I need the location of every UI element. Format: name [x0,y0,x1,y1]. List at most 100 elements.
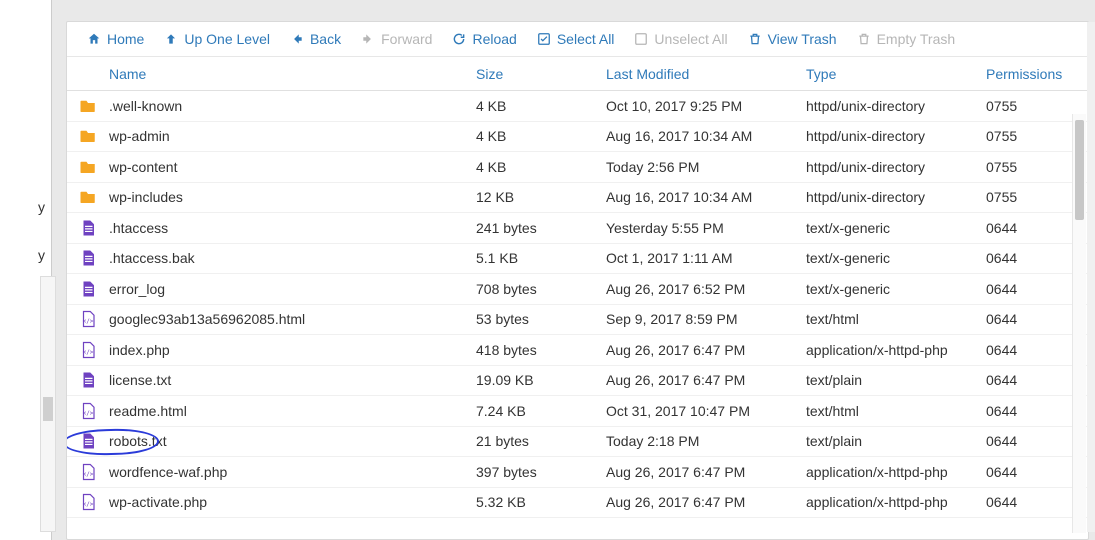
select-all-label: Select All [557,31,615,47]
doc-icon [79,219,97,237]
file-name: wp-includes [109,189,476,205]
file-row[interactable]: wordfence-waf.php397 bytesAug 26, 2017 6… [67,457,1088,488]
column-size[interactable]: Size [476,66,606,82]
file-permissions: 0644 [986,250,1076,266]
file-size: 5.1 KB [476,250,606,266]
file-row[interactable]: robots.txt21 bytesToday 2:18 PMtext/plai… [67,427,1088,458]
toolbar: Home Up One Level Back Forward Reload Se… [67,22,1088,57]
unselect-all-icon [634,32,648,46]
file-name: robots.txt [109,433,476,449]
file-size: 21 bytes [476,433,606,449]
up-one-level-button[interactable]: Up One Level [154,27,280,51]
scrollbar[interactable] [1087,22,1095,532]
select-all-icon [537,32,551,46]
arrow-left-icon [290,32,304,46]
file-type: httpd/unix-directory [806,128,986,144]
file-size: 4 KB [476,98,606,114]
code-icon [79,493,97,511]
file-row[interactable]: wp-includes12 KBAug 16, 2017 10:34 AMhtt… [67,183,1088,214]
doc-icon [79,249,97,267]
file-name: wp-activate.php [109,494,476,510]
file-type: text/plain [806,433,986,449]
file-permissions: 0644 [986,220,1076,236]
file-modified: Aug 26, 2017 6:47 PM [606,342,806,358]
file-row[interactable]: index.php418 bytesAug 26, 2017 6:47 PMap… [67,335,1088,366]
file-size: 397 bytes [476,464,606,480]
file-row[interactable]: license.txt19.09 KBAug 26, 2017 6:47 PMt… [67,366,1088,397]
file-type: application/x-httpd-php [806,464,986,480]
file-list: .well-known4 KBOct 10, 2017 9:25 PMhttpd… [67,91,1088,518]
unselect-all-button: Unselect All [624,27,737,51]
code-icon [79,341,97,359]
file-size: 5.32 KB [476,494,606,510]
file-row[interactable]: wp-admin4 KBAug 16, 2017 10:34 AMhttpd/u… [67,122,1088,153]
file-size: 4 KB [476,159,606,175]
file-modified: Oct 10, 2017 9:25 PM [606,98,806,114]
file-row[interactable]: .htaccess.bak5.1 KBOct 1, 2017 1:11 AMte… [67,244,1088,275]
file-list-scrollbar[interactable] [1072,114,1086,533]
file-size: 12 KB [476,189,606,205]
scrollbar[interactable] [40,276,56,532]
file-permissions: 0755 [986,98,1076,114]
file-row[interactable]: error_log708 bytesAug 26, 2017 6:52 PMte… [67,274,1088,305]
folder-icon [79,188,97,206]
folder-icon [79,127,97,145]
file-type: httpd/unix-directory [806,159,986,175]
file-name: license.txt [109,372,476,388]
column-name[interactable]: Name [79,66,476,82]
file-size: 708 bytes [476,281,606,297]
file-modified: Aug 16, 2017 10:34 AM [606,128,806,144]
file-row[interactable]: googlec93ab13a56962085.html53 bytesSep 9… [67,305,1088,336]
view-trash-button[interactable]: View Trash [738,27,847,51]
file-row[interactable]: wp-activate.php5.32 KBAug 26, 2017 6:47 … [67,488,1088,519]
left-fragment: y [38,199,45,215]
unselect-all-label: Unselect All [654,31,727,47]
file-modified: Aug 26, 2017 6:47 PM [606,494,806,510]
file-type: text/x-generic [806,281,986,297]
file-size: 19.09 KB [476,372,606,388]
left-fragment: y [38,247,45,263]
doc-icon [79,280,97,298]
file-name: wp-content [109,159,476,175]
file-size: 53 bytes [476,311,606,327]
back-button[interactable]: Back [280,27,351,51]
folder-icon [79,97,97,115]
file-row[interactable]: .htaccess241 bytesYesterday 5:55 PMtext/… [67,213,1088,244]
forward-label: Forward [381,31,432,47]
back-label: Back [310,31,341,47]
doc-icon [79,432,97,450]
file-row[interactable]: .well-known4 KBOct 10, 2017 9:25 PMhttpd… [67,91,1088,122]
file-name: wordfence-waf.php [109,464,476,480]
select-all-button[interactable]: Select All [527,27,625,51]
file-row[interactable]: readme.html7.24 KBOct 31, 2017 10:47 PMt… [67,396,1088,427]
trash-icon [748,32,762,46]
column-last-modified[interactable]: Last Modified [606,66,806,82]
code-icon [79,463,97,481]
file-modified: Today 2:18 PM [606,433,806,449]
file-type: httpd/unix-directory [806,98,986,114]
code-icon [79,310,97,328]
file-permissions: 0755 [986,128,1076,144]
home-button[interactable]: Home [77,27,154,51]
column-permissions[interactable]: Permissions [986,66,1076,82]
up-label: Up One Level [184,31,270,47]
file-type: application/x-httpd-php [806,342,986,358]
file-permissions: 0644 [986,494,1076,510]
file-name: readme.html [109,403,476,419]
file-permissions: 0644 [986,464,1076,480]
column-type[interactable]: Type [806,66,986,82]
file-size: 418 bytes [476,342,606,358]
file-permissions: 0644 [986,342,1076,358]
arrow-right-icon [361,32,375,46]
file-modified: Aug 16, 2017 10:34 AM [606,189,806,205]
home-label: Home [107,31,144,47]
empty-trash-label: Empty Trash [877,31,956,47]
forward-button: Forward [351,27,442,51]
file-name: .well-known [109,98,476,114]
column-headers: Name Size Last Modified Type Permissions [67,57,1088,91]
file-row[interactable]: wp-content4 KBToday 2:56 PMhttpd/unix-di… [67,152,1088,183]
code-icon [79,402,97,420]
reload-button[interactable]: Reload [442,27,526,51]
file-type: text/x-generic [806,220,986,236]
file-type: text/x-generic [806,250,986,266]
